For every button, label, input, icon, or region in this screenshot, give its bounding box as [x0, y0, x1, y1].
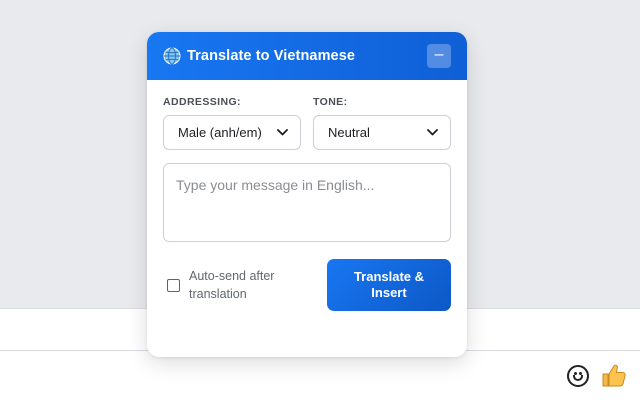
globe-icon: [163, 47, 181, 65]
chevron-down-icon: [427, 129, 438, 136]
translate-panel: Translate to Vietnamese – ADDRESSING: Ma…: [147, 32, 467, 357]
auto-send-checkbox[interactable]: [167, 278, 180, 292]
panel-header: Translate to Vietnamese –: [147, 32, 467, 80]
tone-value: Neutral: [328, 125, 370, 140]
tone-select[interactable]: Neutral: [313, 115, 451, 150]
composer-toolbar: [0, 351, 640, 400]
minimize-button[interactable]: –: [427, 44, 451, 68]
addressing-field: ADDRESSING: Male (anh/em): [163, 96, 301, 150]
translate-insert-button[interactable]: Translate & Insert: [327, 259, 451, 311]
tone-label: TONE:: [313, 96, 348, 108]
chevron-down-icon: [277, 129, 288, 136]
panel-title: Translate to Vietnamese: [187, 48, 356, 64]
message-input[interactable]: Type your message in English...: [163, 163, 451, 242]
auto-send-option: Auto-send after translation: [163, 267, 299, 303]
thumbs-up-icon[interactable]: [600, 362, 628, 390]
addressing-value: Male (anh/em): [178, 125, 262, 140]
smiley-icon[interactable]: [567, 365, 589, 387]
addressing-label: ADDRESSING:: [163, 96, 241, 108]
addressing-select[interactable]: Male (anh/em): [163, 115, 301, 150]
tone-field: TONE: Neutral: [313, 96, 451, 150]
auto-send-label[interactable]: Auto-send after translation: [189, 267, 299, 303]
